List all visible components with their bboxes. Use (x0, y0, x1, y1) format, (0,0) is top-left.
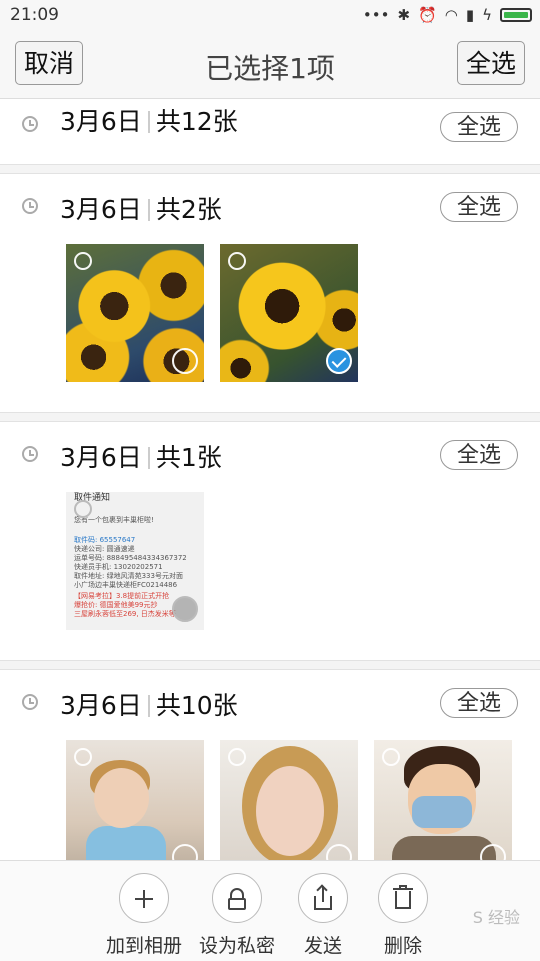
photo-thumbnail[interactable] (66, 244, 204, 382)
date-section: 3月6日 共2张 全选 (0, 173, 540, 413)
sms-line: 运单号码: 888495484334367372 (74, 554, 187, 562)
checked-icon[interactable] (326, 348, 352, 374)
date-section: 3月6日 共10张 全选 (0, 669, 540, 860)
screenshot-thumbnail[interactable]: 取件通知 您有一个包裹到丰巢柜啦! 取件码: 65557647 快递公司: 圆通… (66, 492, 204, 630)
action-label: 删除 (383, 935, 422, 957)
select-circle-icon[interactable] (172, 844, 198, 860)
photo-thumbnail[interactable] (374, 740, 512, 860)
wifi-icon: ◠ (444, 6, 458, 24)
battery-icon (500, 8, 532, 22)
charging-icon: ϟ (482, 6, 492, 24)
sms-line: 您有一个包裹到丰巢柜啦! (74, 516, 154, 524)
select-circle-icon[interactable] (172, 348, 198, 374)
section-date: 3月6日 (60, 195, 142, 224)
sms-line: 快递公司: 圆通速递 (74, 545, 135, 553)
sms-line: 小广场边丰巢快递柜FC0214486 (74, 581, 178, 589)
section-date: 3月6日 (60, 107, 142, 136)
delete-button[interactable]: 删除 (348, 873, 458, 958)
status-time: 21:09 (10, 5, 59, 25)
clock-icon (22, 116, 38, 132)
signal-icon: ▮ (465, 6, 475, 24)
select-circle-icon (228, 252, 246, 270)
section-count: 共1张 (155, 443, 222, 472)
select-circle-icon (382, 748, 400, 766)
share-icon[interactable] (298, 873, 348, 923)
select-circle-icon[interactable] (480, 844, 506, 860)
clock-icon (22, 446, 38, 462)
section-count: 共12张 (155, 107, 238, 136)
section-select-all-button[interactable]: 全选 (440, 112, 518, 142)
trash-icon[interactable] (378, 873, 428, 923)
bluetooth-icon: ✱ (397, 6, 411, 24)
select-circle-icon (228, 748, 246, 766)
dots-icon: ••• (362, 6, 390, 24)
clock-icon (22, 694, 38, 710)
select-circle-icon[interactable] (172, 596, 198, 622)
selection-header: 取消 已选择1项 全选 (0, 32, 540, 99)
photo-thumbnail[interactable] (220, 740, 358, 860)
select-circle-icon (74, 252, 92, 270)
bottom-action-bar: 加到相册 设为私密 发送 删除 S 经验 (0, 860, 540, 961)
status-icons: ••• ✱ ⏰ ◠ ▮ ϟ (363, 6, 532, 24)
date-section: 3月6日 共12张 全选 (0, 99, 540, 165)
status-bar: 21:09 ••• ✱ ⏰ ◠ ▮ ϟ (0, 0, 540, 32)
section-select-all-button[interactable]: 全选 (440, 688, 518, 718)
lock-icon[interactable] (212, 873, 262, 923)
watermark: S 经验 (472, 908, 520, 927)
section-date: 3月6日 (60, 691, 142, 720)
select-circle-icon (74, 500, 92, 518)
section-count: 共2张 (155, 195, 222, 224)
section-title: 3月6日 共1张 (60, 438, 222, 474)
section-select-all-button[interactable]: 全选 (440, 192, 518, 222)
photo-thumbnail[interactable] (66, 740, 204, 860)
photo-list[interactable]: 3月6日 共12张 全选 3月6日 共2张 全选 3月6日 共1张 全选 取件通知 您… (0, 99, 540, 860)
sms-line: 取件码: 65557647 (74, 536, 136, 544)
plus-icon[interactable] (119, 873, 169, 923)
section-title: 3月6日 共2张 (60, 190, 222, 226)
section-title: 3月6日 共10张 (60, 686, 238, 722)
select-all-button[interactable]: 全选 (456, 41, 525, 85)
alarm-icon: ⏰ (418, 6, 437, 24)
section-title: 3月6日 共12张 (60, 102, 238, 138)
sms-line: 快递员手机: 13020202571 (74, 563, 163, 571)
clock-icon (22, 198, 38, 214)
section-select-all-button[interactable]: 全选 (440, 440, 518, 470)
section-count: 共10张 (155, 691, 238, 720)
sms-line: 取件地址: 绿地风清苑333号元对面 (74, 572, 183, 580)
select-circle-icon[interactable] (326, 844, 352, 860)
photo-thumbnail[interactable] (220, 244, 358, 382)
select-circle-icon (74, 748, 92, 766)
section-date: 3月6日 (60, 443, 142, 472)
date-section: 3月6日 共1张 全选 取件通知 您有一个包裹到丰巢柜啦! 取件码: 655576… (0, 421, 540, 661)
